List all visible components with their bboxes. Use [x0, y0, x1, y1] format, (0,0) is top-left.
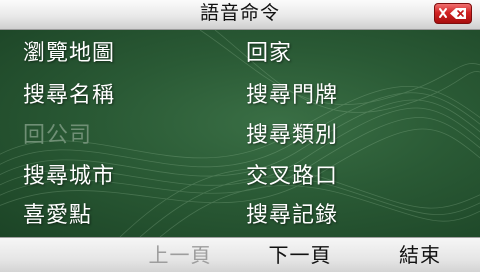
end-button[interactable]: 結束 [390, 238, 450, 272]
menu-item-search-name[interactable]: 搜尋名稱 [23, 79, 115, 113]
menu-item-search-address[interactable]: 搜尋門牌 [246, 79, 338, 113]
menu-item-search-history[interactable]: 搜尋記錄 [246, 199, 338, 233]
close-button[interactable] [434, 3, 472, 24]
menu-item-browse-map[interactable]: 瀏覽地圖 [23, 37, 115, 71]
page-title: 語音命令 [199, 2, 280, 24]
menu-item-search-city[interactable]: 搜尋城市 [23, 160, 115, 194]
bottom-nav-bar: 上一頁 下一頁 結束 [0, 237, 480, 272]
menu-item-search-category[interactable]: 搜尋類別 [246, 119, 338, 153]
prev-page-button: 上一頁 [148, 243, 212, 267]
title-bar: 語音命令 [0, 0, 480, 30]
next-page-button[interactable]: 下一頁 [260, 238, 340, 272]
menu-item-favorites[interactable]: 喜愛點 [23, 199, 92, 233]
command-panel: 瀏覽地圖 搜尋名稱 回公司 搜尋城市 喜愛點 回家 搜尋門牌 搜尋類別 交叉路口… [0, 30, 480, 237]
menu-item-intersection[interactable]: 交叉路口 [246, 160, 338, 194]
menu-item-go-home[interactable]: 回家 [246, 37, 292, 71]
close-icon [439, 8, 466, 19]
menu-item-go-office: 回公司 [23, 123, 93, 148]
voice-command-screen: 語音命令 瀏覽地圖 搜尋名稱 回公司 搜尋城市 喜愛點 回家 搜尋門牌 搜尋類別… [0, 0, 480, 272]
